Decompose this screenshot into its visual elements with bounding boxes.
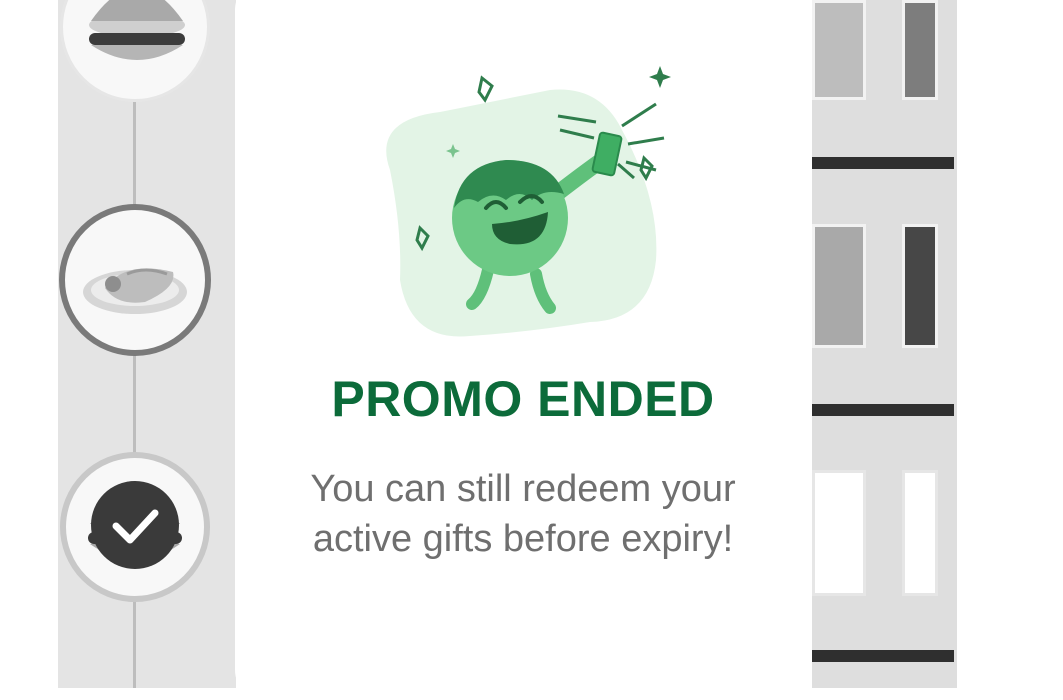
building-window [812, 224, 866, 348]
building-window [902, 224, 938, 348]
building-window [902, 0, 938, 100]
dialog-message: You can still redeem your active gifts b… [310, 468, 736, 560]
chicken-plate-icon [83, 268, 187, 314]
building-window [812, 470, 866, 596]
step-burger[interactable] [60, 0, 210, 102]
right-margin [957, 0, 1063, 688]
checkmark-icon [91, 481, 179, 569]
burger-icon [89, 0, 185, 60]
building-floor-bar [812, 404, 954, 416]
left-margin [0, 0, 58, 688]
building-floor-bar [812, 650, 954, 662]
building-floor-bar [812, 157, 954, 169]
building-window [812, 0, 866, 100]
celebrating-mascot-icon [386, 66, 671, 337]
dialog-title: PROMO ENDED [331, 371, 715, 427]
step-chicken-plate[interactable] [59, 204, 211, 356]
step-burger-completed[interactable] [60, 452, 210, 602]
building-window [902, 470, 938, 596]
